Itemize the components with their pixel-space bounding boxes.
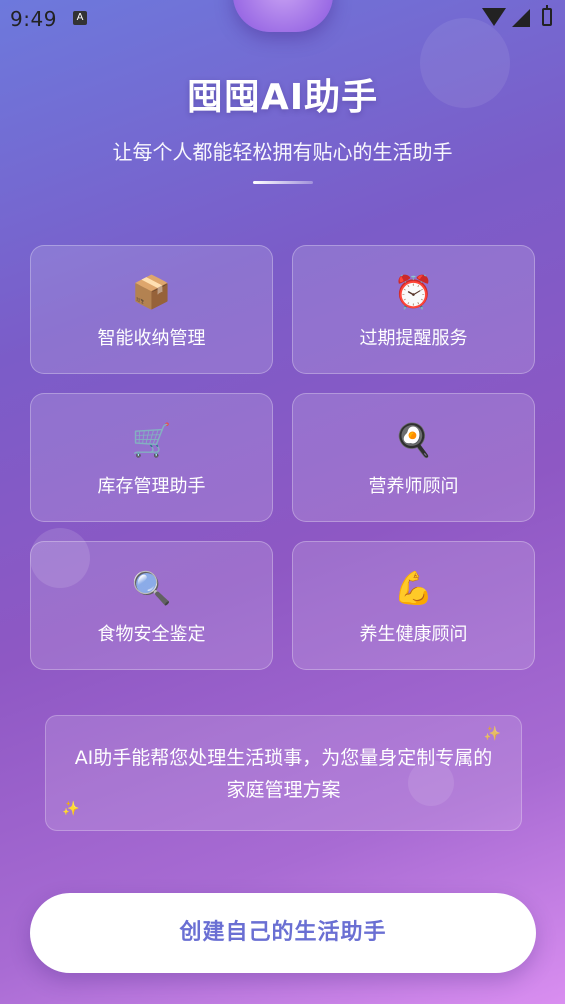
feature-card-storage[interactable]: 📦 智能收纳管理 — [30, 245, 273, 374]
cell-signal-icon — [512, 9, 530, 27]
shopping-cart-icon: 🛒 — [131, 421, 172, 459]
sparkle-icon: ✨ — [62, 801, 80, 817]
feature-card-label: 食物安全鉴定 — [97, 624, 206, 645]
page-subtitle: 让每个人都能轻松拥有贴心的生活助手 — [112, 140, 453, 164]
battery-icon — [542, 5, 552, 26]
feature-card-health[interactable]: 💪 养生健康顾问 — [292, 541, 535, 670]
feature-card-expiry[interactable]: ⏰ 过期提醒服务 — [292, 245, 535, 374]
feature-card-label: 过期提醒服务 — [359, 328, 468, 349]
create-assistant-button[interactable]: 创建自己的生活助手 — [30, 893, 536, 973]
page-title: 囤囤AI助手 — [186, 77, 379, 118]
frying-pan-icon: 🍳 — [393, 421, 434, 459]
feature-card-label: 养生健康顾问 — [359, 624, 468, 645]
notification-icon: A — [73, 11, 87, 25]
magnifier-icon: 🔍 — [131, 569, 172, 607]
status-time: 9:49 — [10, 7, 57, 31]
feature-card-label: 营养师顾问 — [368, 476, 459, 497]
feature-card-label: 智能收纳管理 — [97, 328, 206, 349]
title-divider — [253, 181, 313, 184]
package-icon: 📦 — [131, 273, 172, 311]
sparkle-icon: ✨ — [483, 726, 501, 742]
decorative-bubble — [408, 760, 454, 806]
flexed-biceps-icon: 💪 — [393, 569, 434, 607]
feature-card-nutrition[interactable]: 🍳 营养师顾问 — [292, 393, 535, 522]
feature-card-inventory[interactable]: 🛒 库存管理助手 — [30, 393, 273, 522]
feature-card-food-safety[interactable]: 🔍 食物安全鉴定 — [30, 541, 273, 670]
alarm-clock-icon: ⏰ — [393, 273, 434, 311]
feature-card-label: 库存管理助手 — [97, 476, 206, 497]
